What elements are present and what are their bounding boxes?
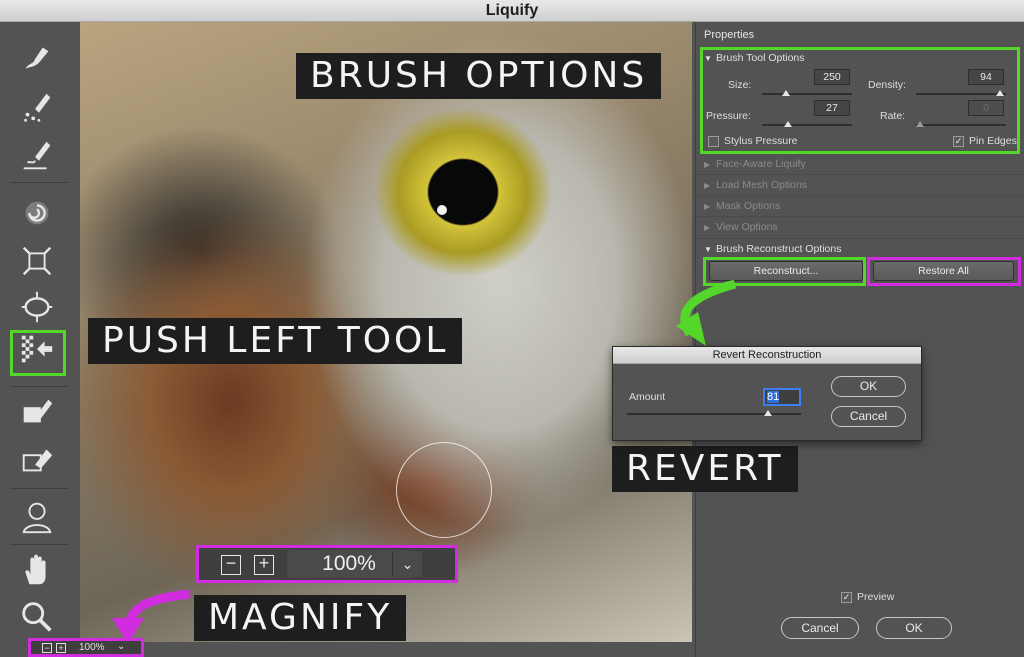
push-left-tool-annotation: PUSH LEFT TOOL — [88, 318, 463, 364]
zoom-in-small-button[interactable]: + — [56, 643, 66, 653]
collapsed-triangle-icon: ▶ — [704, 202, 711, 211]
window-title: Liquify — [485, 2, 539, 19]
properties-title: Properties — [704, 29, 755, 41]
collapsed-triangle-icon: ▶ — [704, 160, 711, 169]
bloat-tool-icon[interactable] — [14, 286, 60, 328]
forward-warp-tool-icon[interactable] — [14, 36, 60, 78]
hand-tool-icon[interactable] — [14, 550, 60, 592]
load-mesh-options-header[interactable]: ▶ Load Mesh Options — [696, 174, 1024, 194]
amount-slider-thumb[interactable] — [764, 410, 772, 416]
reconstruct-highlight — [703, 257, 866, 286]
reconstruct-tool-icon[interactable] — [14, 86, 60, 128]
brush-reconstruct-options-label: Brush Reconstruct Options — [716, 243, 842, 255]
window-title-bar: Liquify — [0, 0, 1024, 22]
zoom-out-button[interactable]: − — [221, 554, 241, 575]
zoom-tool-icon[interactable] — [14, 596, 60, 638]
zoom-in-button[interactable]: + — [254, 554, 274, 575]
twirl-clockwise-tool-icon[interactable] — [14, 192, 60, 234]
brush-options-annotation: BRUSH OPTIONS — [296, 53, 662, 99]
zoom-dropdown-button[interactable]: ⌄ — [392, 551, 422, 577]
preview-checkbox[interactable]: ✓ — [841, 592, 852, 603]
face-aware-liquify-label: Face-Aware Liquify — [716, 158, 806, 170]
amount-slider[interactable] — [627, 410, 801, 416]
amount-label: Amount — [629, 391, 666, 403]
amount-field[interactable]: 81 — [763, 388, 801, 406]
preview-label: Preview — [857, 591, 895, 603]
magnify-annotation: MAGNIFY — [194, 595, 407, 641]
restore-all-highlight — [867, 257, 1021, 286]
thaw-mask-tool-icon[interactable] — [14, 438, 60, 480]
pucker-tool-icon[interactable] — [14, 240, 60, 282]
mask-options-header[interactable]: ▶ Mask Options — [696, 195, 1024, 215]
mask-options-label: Mask Options — [716, 200, 781, 212]
ok-button[interactable]: OK — [876, 617, 952, 639]
face-aware-liquify-header[interactable]: ▶ Face-Aware Liquify — [696, 153, 1024, 173]
zoom-level-small[interactable]: 100% — [79, 642, 105, 653]
amount-value: 81 — [767, 391, 780, 403]
dialog-cancel-button[interactable]: Cancel — [831, 406, 906, 427]
zoom-control-magnified: − + 100% ⌄ — [196, 545, 458, 583]
freeze-mask-tool-icon[interactable] — [14, 390, 60, 432]
push-left-tool-highlight — [10, 330, 66, 376]
eye-highlight — [437, 205, 447, 215]
dialog-ok-button[interactable]: OK — [831, 376, 906, 397]
cancel-button[interactable]: Cancel — [781, 617, 859, 639]
collapsed-triangle-icon: ▶ — [704, 223, 711, 232]
zoom-control: − + 100% ⌄ — [28, 638, 144, 657]
revert-annotation: REVERT — [612, 446, 798, 492]
view-options-header[interactable]: ▶ View Options — [696, 216, 1024, 236]
load-mesh-options-label: Load Mesh Options — [716, 179, 808, 191]
zoom-out-small-button[interactable]: − — [42, 643, 52, 653]
brush-cursor — [396, 442, 492, 538]
smooth-tool-icon[interactable] — [14, 134, 60, 176]
brush-reconstruct-options-header[interactable]: ▼ Brush Reconstruct Options — [696, 238, 1024, 258]
brush-options-highlight — [700, 47, 1020, 154]
zoom-dropdown-small-button[interactable]: ⌄ — [117, 641, 125, 652]
collapsed-triangle-icon: ▶ — [704, 181, 711, 190]
view-options-label: View Options — [716, 221, 778, 233]
revert-reconstruction-dialog: Revert Reconstruction Amount 81 OK Cance… — [612, 346, 922, 441]
face-tool-icon[interactable] — [14, 496, 60, 538]
dialog-title: Revert Reconstruction — [613, 347, 921, 364]
